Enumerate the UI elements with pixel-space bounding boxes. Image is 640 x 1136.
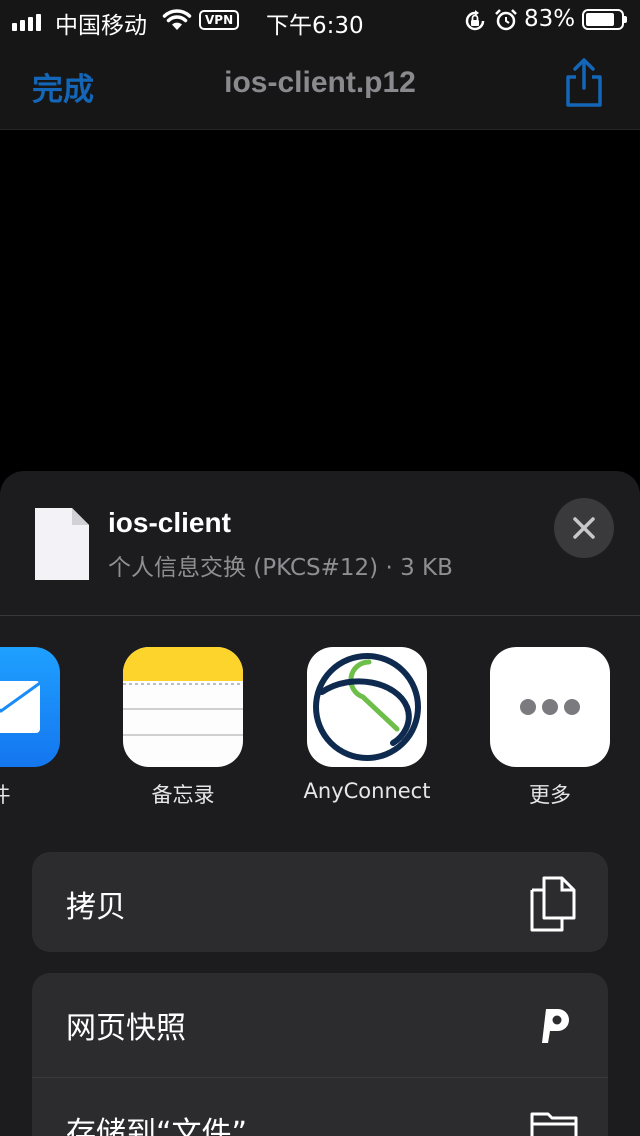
app-label: 备忘录 [151, 783, 215, 807]
pinterest-icon [542, 1009, 569, 1043]
app-label: AnyConnect [303, 779, 431, 803]
close-icon [573, 517, 595, 539]
orientation-lock-icon [465, 10, 485, 31]
carrier-name: 中国移动 [55, 13, 147, 39]
more-icon [490, 647, 610, 767]
action-label: 网页快照 [66, 1011, 186, 1046]
action-label: 存储到“文件” [66, 1116, 248, 1136]
share-icon[interactable] [562, 58, 606, 108]
action-label: 拷贝 [66, 890, 126, 925]
action-web-snapshot[interactable]: 网页快照 [32, 973, 608, 1077]
wifi-icon [162, 9, 192, 30]
file-name: ios-client [108, 507, 231, 538]
folder-icon [530, 1112, 578, 1136]
app-label: 件 [0, 779, 90, 809]
app-mail[interactable]: 件 [0, 647, 60, 807]
close-button[interactable] [554, 498, 614, 558]
file-meta: 个人信息交换 (PKCS#12) · 3 KB [108, 555, 453, 581]
app-anyconnect[interactable]: AnyConnect [304, 647, 430, 803]
page-title: ios-client.p12 [224, 66, 416, 99]
app-notes[interactable]: 备忘录 [123, 647, 243, 807]
app-label: 更多 [529, 783, 571, 807]
action-save-to-files[interactable]: 存储到“文件” [32, 1078, 608, 1136]
copy-icon [530, 876, 576, 932]
mail-icon [0, 647, 60, 767]
anyconnect-icon [307, 647, 427, 767]
action-copy[interactable]: 拷贝 [32, 852, 608, 952]
vpn-badge: VPN [199, 10, 240, 30]
share-sheet: ios-client 个人信息交换 (PKCS#12) · 3 KB 件 备忘录 [0, 471, 640, 1136]
app-more[interactable]: 更多 [490, 647, 610, 807]
battery-icon [582, 9, 627, 30]
navigation-bar: 完成 ios-client.p12 [0, 40, 640, 130]
status-bar: 中国移动 VPN 下午6:30 83% [0, 0, 640, 40]
battery-percent: 83% [524, 6, 576, 32]
alarm-icon [495, 9, 517, 31]
clock-time: 下午6:30 [266, 13, 364, 39]
cellular-signal-icon [12, 14, 41, 31]
notes-icon [123, 647, 243, 767]
divider [0, 615, 640, 616]
document-icon [35, 508, 89, 580]
